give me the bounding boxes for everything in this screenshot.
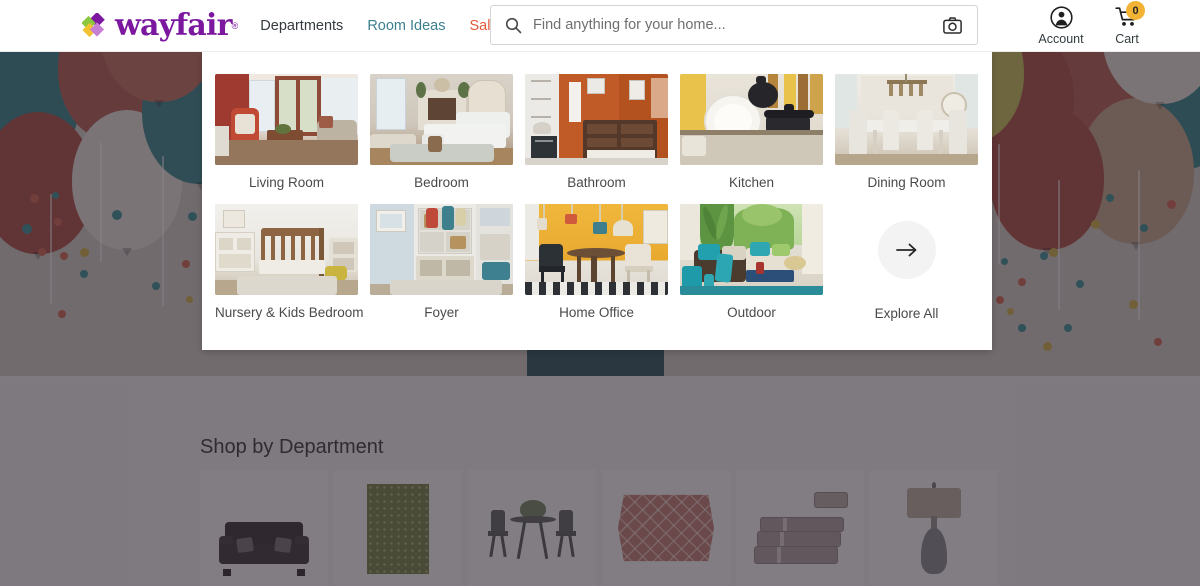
wayfair-diamond-logo-icon (81, 11, 112, 39)
shopping-cart-icon: 0 (1096, 1, 1158, 31)
category-kitchen[interactable]: Kitchen (680, 74, 823, 190)
nav-item-room-ideas[interactable]: Room Ideas (367, 18, 445, 34)
category-foyer[interactable]: Foyer (370, 204, 513, 321)
category-home-office[interactable]: Home Office (525, 204, 668, 321)
search-input[interactable] (533, 17, 943, 33)
cart-menu[interactable]: 0 Cart (1096, 1, 1158, 46)
category-label: Kitchen (728, 175, 775, 190)
room-category-grid: Living Room Bedroom Bathroom Kitchen Din… (215, 74, 979, 335)
category-label: Home Office (559, 305, 634, 320)
category-label: Nursery & Kids Bedroom (215, 305, 364, 320)
wayfair-logo[interactable]: wayfair ® (81, 7, 239, 43)
cart-label: Cart (1115, 32, 1139, 46)
account-menu[interactable]: Account (1030, 4, 1092, 46)
account-label: Account (1038, 32, 1084, 46)
category-label: Bedroom (414, 175, 469, 190)
arrow-right-icon (877, 221, 936, 279)
category-bedroom[interactable]: Bedroom (370, 74, 513, 190)
category-thumbnail (835, 74, 978, 165)
page-root: Shop by Department (0, 0, 1200, 586)
category-nursery-kids-bedroom[interactable]: Nursery & Kids Bedroom (215, 204, 364, 321)
category-thumbnail (215, 204, 358, 295)
category-dining-room[interactable]: Dining Room (835, 74, 978, 190)
category-outdoor[interactable]: Outdoor (680, 204, 823, 321)
category-label: Outdoor (727, 305, 776, 320)
category-label: Foyer (424, 305, 459, 320)
category-thumbnail (370, 74, 513, 165)
category-label: Bathroom (567, 175, 626, 190)
category-thumbnail (525, 204, 668, 295)
account-person-icon (1030, 4, 1092, 31)
category-thumbnail (370, 204, 513, 295)
primary-nav: Departments Room Ideas Sale (260, 18, 498, 34)
category-thumbnail (680, 74, 823, 165)
category-bathroom[interactable]: Bathroom (525, 74, 668, 190)
category-label: Living Room (248, 175, 325, 190)
search-bar[interactable] (490, 5, 978, 45)
category-thumbnail (525, 74, 668, 165)
wayfair-logo-text: wayfair (115, 7, 232, 43)
departments-dropdown-panel: Living Room Bedroom Bathroom Kitchen Din… (202, 52, 992, 350)
cart-badge-count: 0 (1126, 1, 1145, 20)
registered-mark: ® (231, 20, 239, 31)
explore-all-button[interactable]: Explore All (835, 204, 978, 321)
category-label: Dining Room (867, 175, 946, 190)
search-icon (505, 17, 522, 34)
camera-icon[interactable] (943, 16, 962, 34)
site-header: wayfair ® Departments Room Ideas Sale Fi… (0, 0, 1200, 52)
category-living-room[interactable]: Living Room (215, 74, 358, 190)
category-thumbnail (680, 204, 823, 295)
category-thumbnail (215, 74, 358, 165)
nav-item-departments[interactable]: Departments (260, 18, 343, 34)
explore-all-label: Explore All (874, 306, 939, 321)
